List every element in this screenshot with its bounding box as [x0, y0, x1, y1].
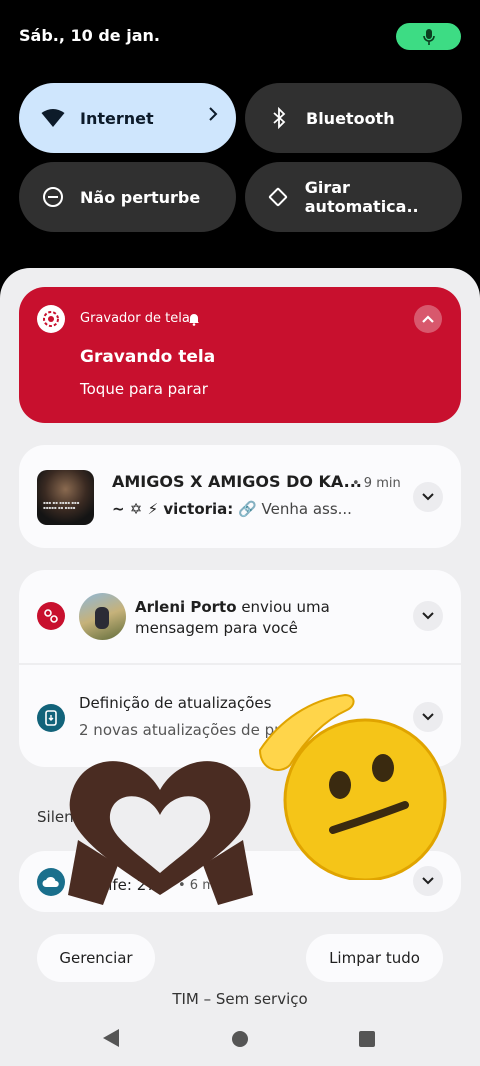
system-update-icon — [37, 704, 65, 732]
manage-button[interactable]: Gerenciar — [37, 934, 155, 982]
recorder-app-name: Gravador de tela — [80, 311, 190, 326]
dnd-icon — [39, 183, 67, 211]
rotate-icon — [265, 183, 292, 211]
messenger-app-icon — [37, 602, 65, 630]
microphone-icon — [422, 28, 435, 45]
tile-internet[interactable]: Internet — [19, 83, 236, 153]
avatar — [79, 593, 126, 640]
group-title: AMIGOS X AMIGOS DO KA... — [112, 472, 362, 491]
sender-name: Arleni Porto — [135, 598, 237, 616]
message-preview: ~ ✡ ⚡ victoria: 🔗 Venha ass... — [112, 500, 402, 518]
tile-autorotate-label: Girar automatica.. — [304, 178, 419, 216]
recents-button[interactable] — [358, 1030, 376, 1048]
divider — [19, 663, 461, 665]
whatsapp-notification[interactable]: ▪▪▪ ▪▪ ▪▪▪▪ ▪▪▪ ▪▪▪▪▪ ▪▪ ▪▪▪▪ AMIGOS X A… — [19, 445, 461, 548]
tile-dnd-label: Não perturbe — [80, 187, 201, 207]
update-subtitle: 2 novas atualizações de pr — [79, 721, 281, 739]
collapse-button[interactable] — [414, 305, 442, 333]
bell-icon — [187, 311, 201, 330]
tile-bluetooth-label: Bluetooth — [306, 108, 395, 128]
expand-button[interactable] — [413, 482, 443, 512]
carrier-label: TIM – Sem serviço — [172, 990, 308, 1008]
notification-time: • 9 min — [352, 476, 401, 491]
tile-internet-label: Internet — [80, 108, 154, 128]
chevron-down-icon — [422, 493, 434, 501]
chevron-right-icon — [208, 106, 218, 126]
wifi-icon — [39, 104, 67, 132]
tile-autorotate[interactable]: Girar automatica.. — [245, 162, 462, 232]
message-text: 🔗 Venha ass... — [238, 500, 352, 518]
message-sender: ~ ✡ ⚡ victoria: — [112, 500, 234, 518]
group-thumbnail: ▪▪▪ ▪▪ ▪▪▪▪ ▪▪▪ ▪▪▪▪▪ ▪▪ ▪▪▪▪ — [37, 470, 94, 525]
facebook-notification[interactable]: Arleni Porto enviou uma mensagem para vo… — [135, 597, 395, 639]
back-button[interactable] — [102, 1028, 120, 1048]
screen-recorder-notification[interactable]: Gravador de tela Gravando tela Toque par… — [19, 287, 461, 423]
bluetooth-icon — [265, 104, 293, 132]
chevron-down-icon — [422, 612, 434, 620]
saluting-face-sticker — [258, 693, 447, 880]
heart-hands-sticker — [68, 761, 253, 905]
clear-all-button[interactable]: Limpar tudo — [306, 934, 443, 982]
chevron-up-icon — [422, 315, 434, 323]
recorder-title: Gravando tela — [80, 347, 216, 367]
date-label: Sáb., 10 de jan. — [19, 26, 160, 45]
mic-indicator[interactable] — [396, 23, 461, 50]
tile-dnd[interactable]: Não perturbe — [19, 162, 236, 232]
recorder-subtitle: Toque para parar — [80, 380, 208, 398]
record-icon — [37, 305, 65, 333]
expand-button[interactable] — [413, 601, 443, 631]
home-button[interactable] — [231, 1030, 249, 1048]
tile-bluetooth[interactable]: Bluetooth — [245, 83, 462, 153]
update-title: Definição de atualizações — [79, 694, 272, 712]
